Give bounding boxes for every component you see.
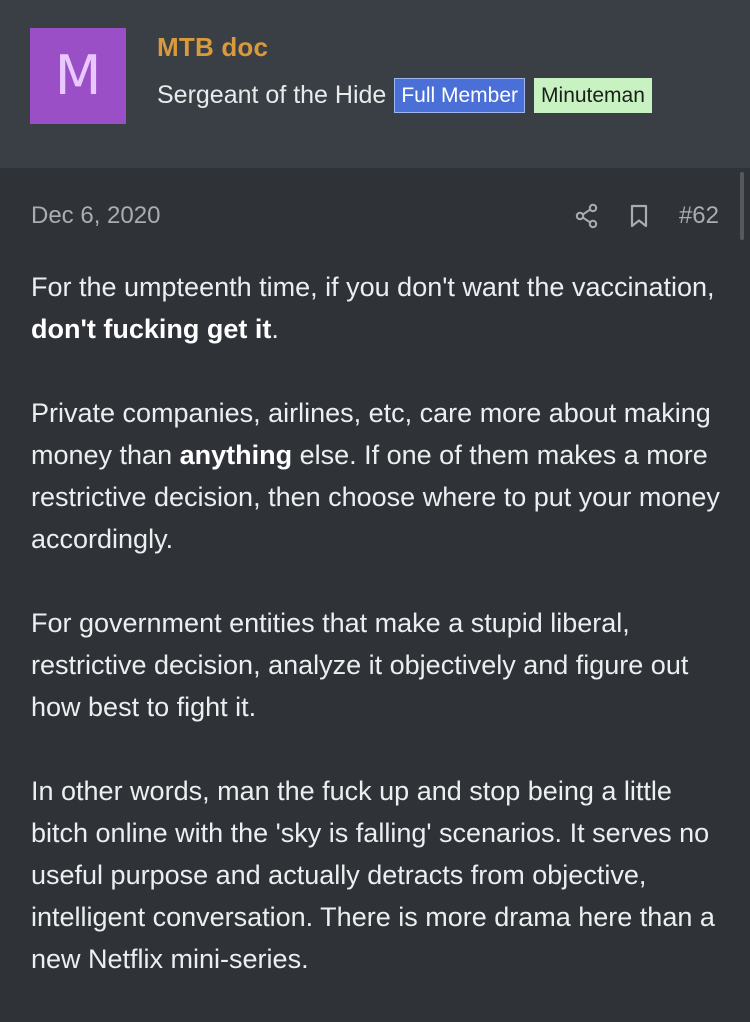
post-date[interactable]: Dec 6, 2020 [31,202,160,230]
post-body: For the umpteenth time, if you don't wan… [31,266,721,1022]
post-number-link[interactable]: #62 [679,202,719,230]
paragraph-1: For the umpteenth time, if you don't wan… [31,266,721,350]
paragraph-1-end: . [271,314,279,344]
post-container: Dec 6, 2020 #62 For the umpteenth time, … [0,168,750,1004]
user-title: Sergeant of the Hide [157,81,387,109]
paragraph-1-bold: don't fucking get it [31,314,272,344]
badge-full-member: Full Member [394,78,526,113]
avatar[interactable]: M [30,28,126,124]
post-actions: #62 [575,202,719,230]
paragraph-3: For government entities that make a stup… [31,608,689,722]
paragraph-2: Private companies, airlines, etc, care m… [31,392,721,560]
badge-minuteman: Minuteman [534,78,652,113]
share-icon[interactable] [575,202,599,230]
paragraph-2-bold: anything [179,440,293,470]
bookmark-icon[interactable] [627,202,651,230]
paragraph-1-text: For the umpteenth time, if you don't wan… [31,272,715,302]
user-title-row: Sergeant of the Hide Full Member Minutem… [157,78,661,113]
username-link[interactable]: MTB doc [157,32,268,63]
scrollbar[interactable] [740,172,744,240]
paragraph-4: In other words, man the fuck up and stop… [31,776,715,974]
post-author-header: M MTB doc Sergeant of the Hide Full Memb… [0,0,750,168]
